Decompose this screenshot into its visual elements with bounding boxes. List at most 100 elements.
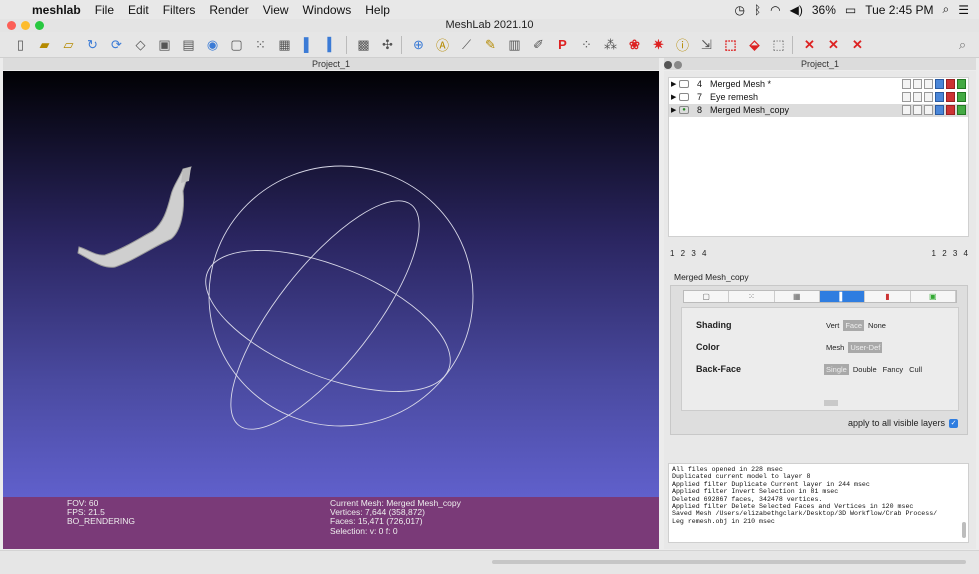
points-icon[interactable] (913, 105, 922, 115)
texture-icon[interactable] (946, 105, 955, 115)
color-icon[interactable] (957, 92, 966, 102)
page-numbers-left[interactable]: 1 2 3 4 (670, 249, 708, 258)
layer-row-7[interactable]: ▶ 7 Eye remesh (669, 91, 968, 104)
battery-icon[interactable]: ▭ (845, 3, 856, 17)
align-icon[interactable]: ⇲ (696, 34, 717, 55)
wifi-icon[interactable]: ◠ (770, 3, 780, 17)
menu-filters[interactable]: Filters (156, 3, 203, 17)
horizontal-scrollbar[interactable] (492, 560, 966, 564)
export-mesh-icon[interactable]: ◇ (130, 34, 151, 55)
tab-wireframe[interactable]: ▦ (775, 291, 820, 302)
wireframe-icon[interactable] (924, 79, 933, 89)
reload-icon[interactable]: ↻ (82, 34, 103, 55)
clock[interactable]: Tue 2:45 PM (865, 3, 933, 17)
points-icon[interactable] (913, 92, 922, 102)
apply-all-checkbox[interactable]: ✓ (949, 418, 958, 428)
measure-icon[interactable]: ⟋ (456, 34, 477, 55)
layer-row-4[interactable]: ▶ 4 Merged Mesh * (669, 78, 968, 91)
expand-arrow-icon[interactable]: ▶ (671, 104, 676, 117)
viewport-tab-title[interactable]: Project_1 (312, 59, 350, 69)
reload-all-icon[interactable]: ⟳ (106, 34, 127, 55)
layer-dialog-icon[interactable]: ▤ (178, 34, 199, 55)
points-icon[interactable] (913, 79, 922, 89)
bbox-icon[interactable]: ▢ (226, 34, 247, 55)
expand-arrow-icon[interactable]: ▶ (671, 78, 676, 91)
zoom-window-button[interactable] (35, 21, 44, 30)
control-center-icon[interactable]: ☰ (958, 3, 969, 17)
backface-single[interactable]: Single (824, 364, 849, 375)
delete-selection-icon[interactable]: ✕ (847, 34, 868, 55)
menu-app-name[interactable]: meshlab (26, 3, 88, 17)
menu-render[interactable]: Render (202, 3, 255, 17)
info-icon[interactable]: ⓘ (672, 34, 693, 55)
shading-face[interactable]: Face (843, 320, 865, 331)
trackball-gizmo[interactable] (3, 71, 659, 501)
snapshot-icon[interactable]: ▣ (154, 34, 175, 55)
minimize-window-button[interactable] (21, 21, 30, 30)
wireframe-icon[interactable]: ▦ (274, 34, 295, 55)
menu-help[interactable]: Help (358, 3, 397, 17)
visibility-icon[interactable] (679, 93, 689, 101)
volume-icon[interactable]: ◀) (790, 3, 803, 17)
page-numbers-right[interactable]: 1 2 3 4 (932, 249, 970, 258)
brush-icon[interactable]: ✐ (528, 34, 549, 55)
delete-vertices-icon[interactable]: ✕ (799, 34, 820, 55)
tab-decorators[interactable]: ▣ (911, 291, 956, 302)
layer-row-8[interactable]: ▶ ● 8 Merged Mesh_copy (669, 104, 968, 117)
wireframe-icon[interactable] (924, 105, 933, 115)
trackball-icon[interactable]: ⊕ (408, 34, 429, 55)
paint-icon[interactable]: ✎ (480, 34, 501, 55)
spotlight-icon[interactable]: ⌕ (943, 2, 950, 17)
select-faces-icon[interactable]: ⁂ (600, 34, 621, 55)
menu-file[interactable]: File (88, 3, 121, 17)
annotation-a-icon[interactable]: Ⓐ (432, 34, 453, 55)
color-icon[interactable] (957, 79, 966, 89)
flat-shading-icon[interactable]: ▌ (298, 34, 319, 55)
points-icon[interactable]: ⁙ (250, 34, 271, 55)
log-console[interactable]: All files opened in 228 msec Duplicated … (668, 463, 969, 543)
menu-windows[interactable]: Windows (296, 3, 359, 17)
tab-bbox[interactable]: ▢ (684, 291, 730, 302)
menu-edit[interactable]: Edit (121, 3, 156, 17)
select-connected-icon[interactable]: ⬙ (744, 34, 765, 55)
shading-vert[interactable]: Vert (824, 320, 841, 331)
backface-fancy[interactable]: Fancy (881, 364, 905, 375)
pickpoints-icon[interactable]: P (552, 34, 573, 55)
new-project-icon[interactable]: ▯ (10, 34, 31, 55)
axes-icon[interactable]: ✣ (377, 34, 398, 55)
open-project-icon[interactable]: ▰ (34, 34, 55, 55)
visibility-icon[interactable] (679, 80, 689, 88)
delete-faces-icon[interactable]: ✕ (823, 34, 844, 55)
grid-icon[interactable]: ▩ (353, 34, 374, 55)
bbox-icon[interactable] (902, 79, 911, 89)
tab-points[interactable]: ⁙ (729, 291, 775, 302)
bbox-icon[interactable] (902, 105, 911, 115)
color-paint-icon[interactable]: ❀ (624, 34, 645, 55)
tab-texture[interactable]: ▮ (865, 291, 911, 302)
texture-icon[interactable] (946, 92, 955, 102)
shading-icon[interactable] (935, 79, 944, 89)
menu-view[interactable]: View (256, 3, 296, 17)
panel-tab-title[interactable]: Project_1 (801, 59, 839, 69)
bbox-icon[interactable] (902, 92, 911, 102)
select-vertices-icon[interactable]: ⁘ (576, 34, 597, 55)
time-machine-icon[interactable]: ◷ (734, 3, 744, 17)
backface-cull[interactable]: Cull (907, 364, 924, 375)
3d-viewport[interactable]: FOV: 60 FPS: 21.5 BO_RENDERING Current M… (3, 71, 659, 549)
visibility-icon[interactable]: ● (679, 106, 689, 114)
backface-double[interactable]: Double (851, 364, 879, 375)
expand-arrow-icon[interactable]: ▶ (671, 91, 676, 104)
tab-solid[interactable]: ▌ (819, 291, 866, 302)
color-user-def[interactable]: User-Def (848, 342, 883, 353)
panel-float-icon[interactable] (674, 61, 682, 69)
import-mesh-icon[interactable]: ▱ (58, 34, 79, 55)
georef-icon[interactable]: ✷ (648, 34, 669, 55)
raster-icon[interactable]: ◉ (202, 34, 223, 55)
select-region-icon[interactable]: ⬚ (720, 34, 741, 55)
render-icon[interactable]: ▥ (504, 34, 525, 55)
panel-close-icon[interactable] (664, 61, 672, 69)
shading-icon[interactable] (935, 105, 944, 115)
smooth-shading-icon[interactable]: ▍ (322, 34, 343, 55)
color-icon[interactable] (957, 105, 966, 115)
shading-none[interactable]: None (866, 320, 888, 331)
